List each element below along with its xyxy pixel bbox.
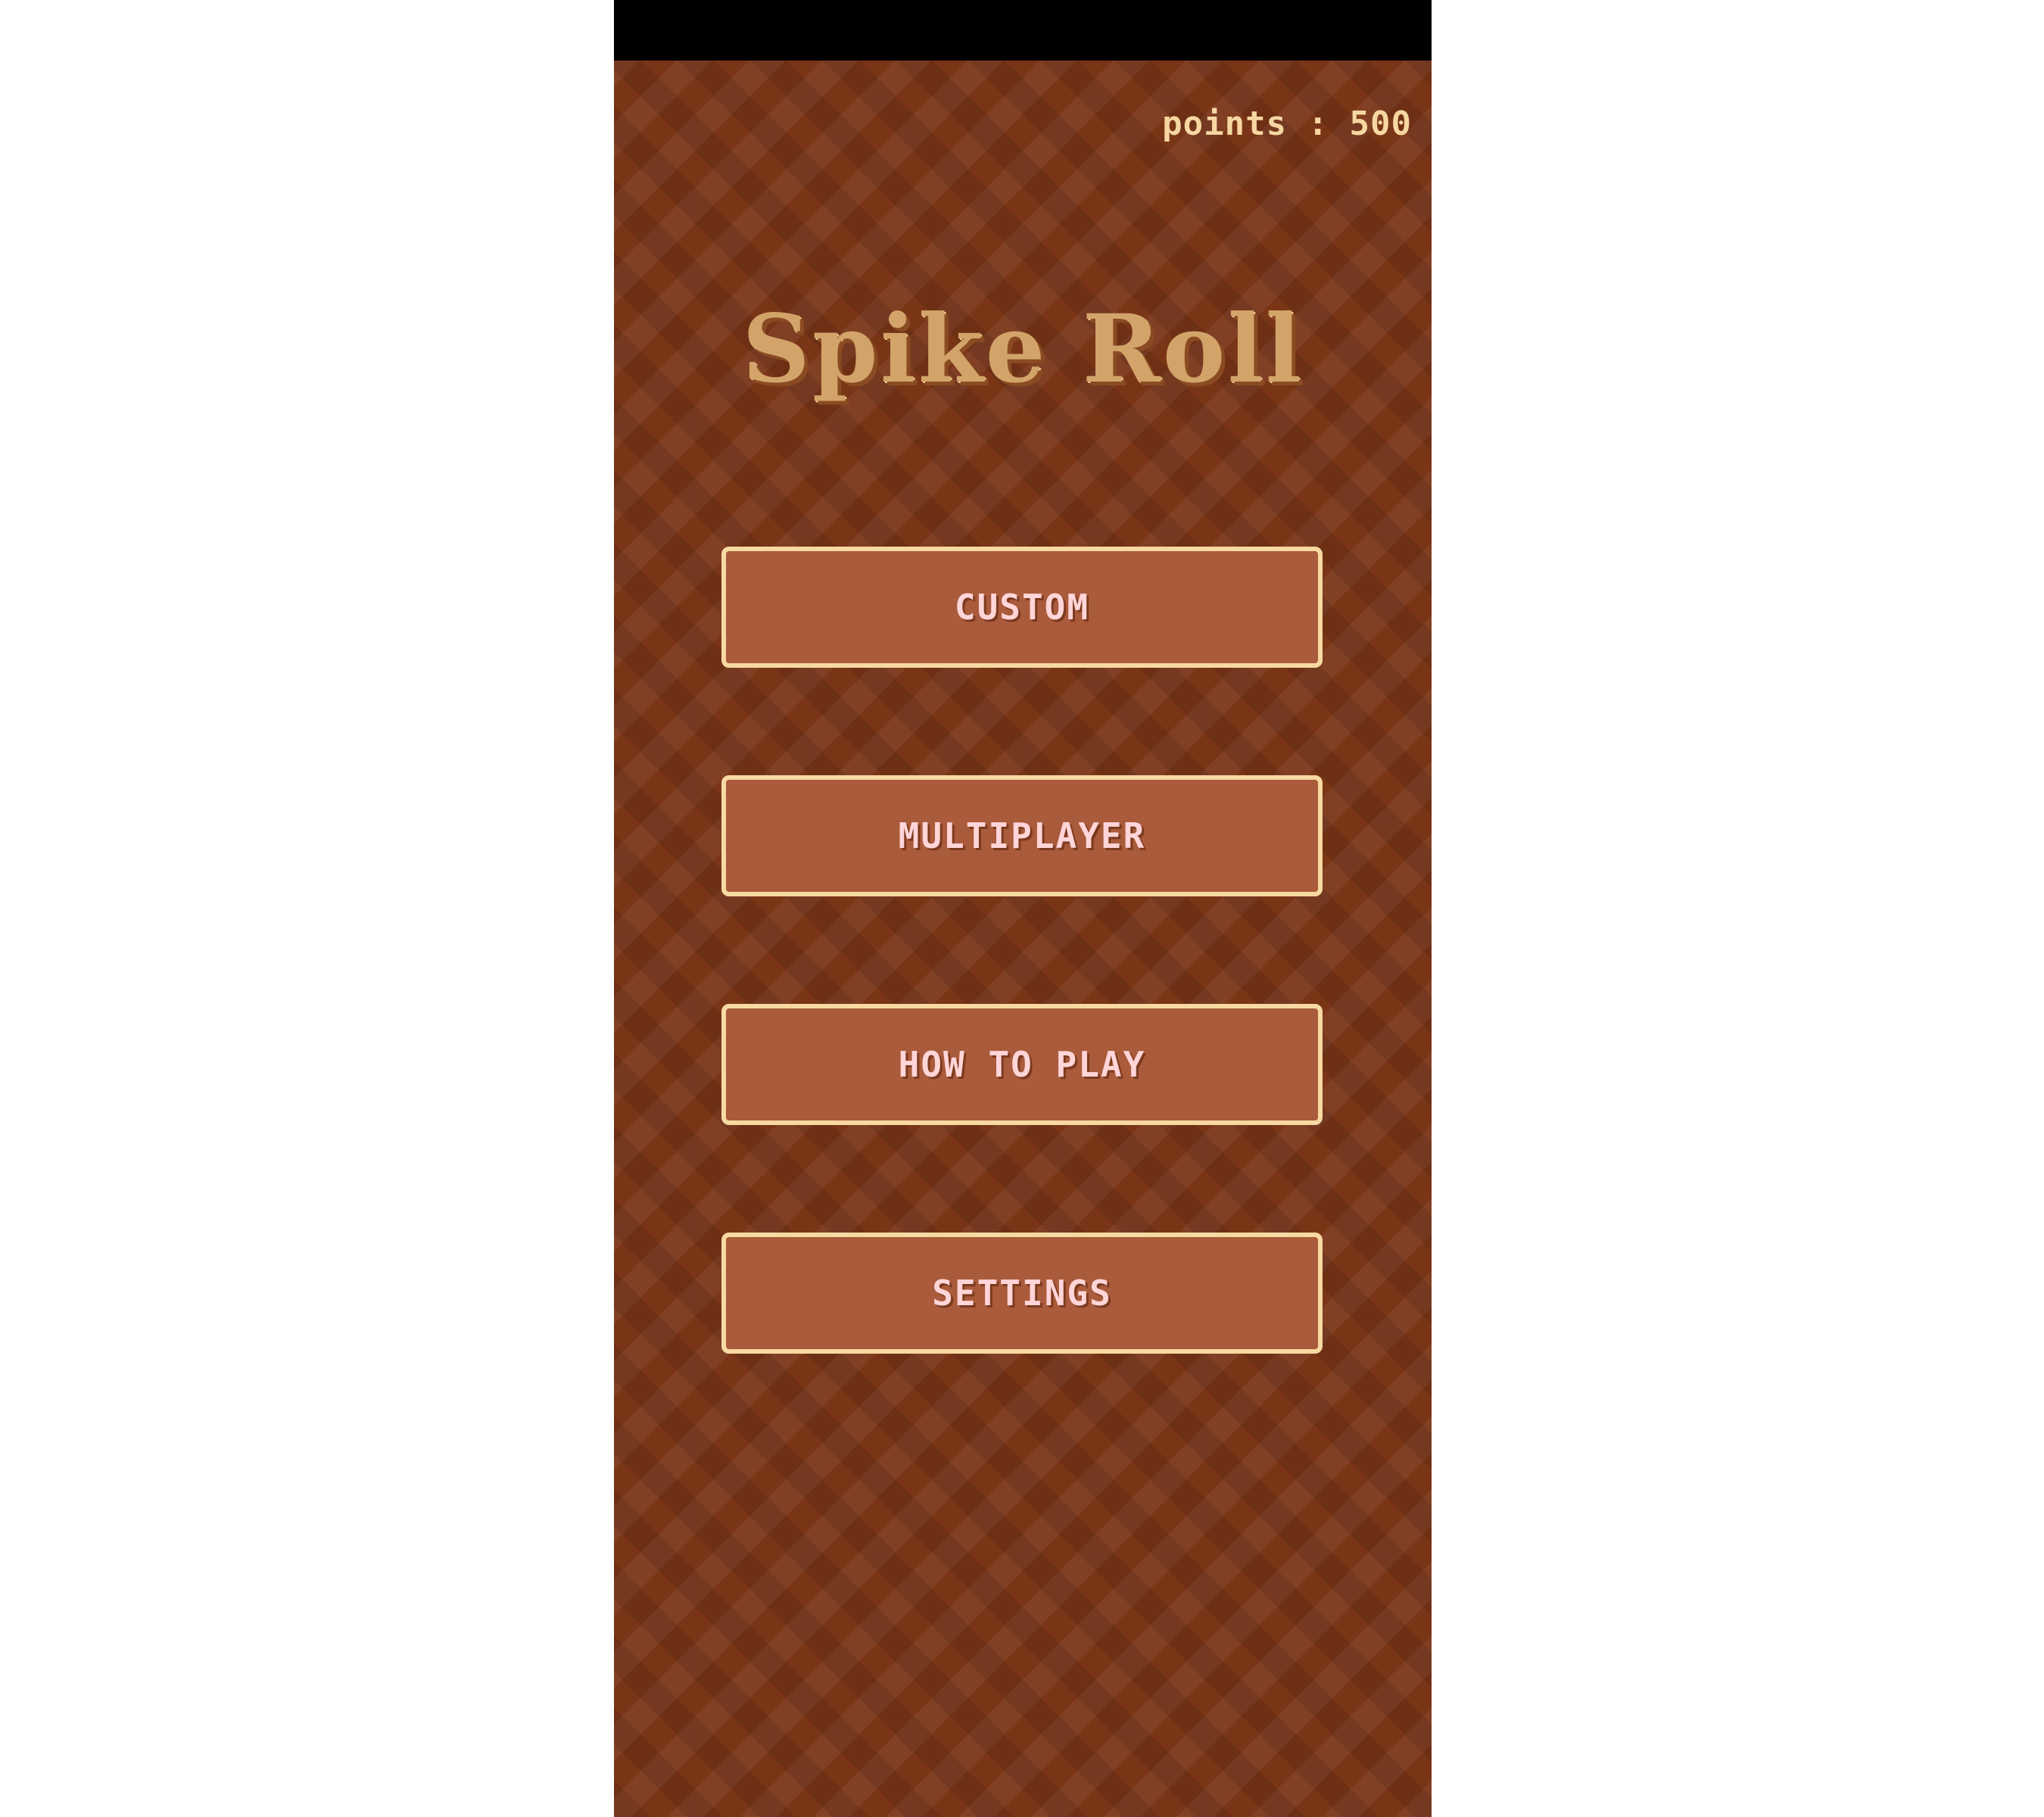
settings-button[interactable]: SETTINGS bbox=[721, 1233, 1323, 1354]
main-menu-screen: points : 500 Spike Roll CUSTOM MULTIPLAY… bbox=[614, 61, 1432, 1817]
multiplayer-button[interactable]: MULTIPLAYER bbox=[721, 775, 1323, 896]
game-title: Spike Roll bbox=[742, 295, 1304, 404]
settings-button-label: SETTINGS bbox=[932, 1273, 1112, 1314]
points-counter: points : 500 bbox=[1162, 104, 1412, 143]
custom-button[interactable]: CUSTOM bbox=[721, 547, 1323, 668]
multiplayer-button-label: MULTIPLAYER bbox=[898, 815, 1146, 856]
how-to-play-button-label: HOW TO PLAY bbox=[898, 1044, 1146, 1085]
custom-button-label: CUSTOM bbox=[954, 587, 1090, 628]
status-bar bbox=[614, 0, 1432, 61]
how-to-play-button[interactable]: HOW TO PLAY bbox=[721, 1004, 1323, 1125]
phone-frame: points : 500 Spike Roll CUSTOM MULTIPLAY… bbox=[614, 0, 1432, 1817]
